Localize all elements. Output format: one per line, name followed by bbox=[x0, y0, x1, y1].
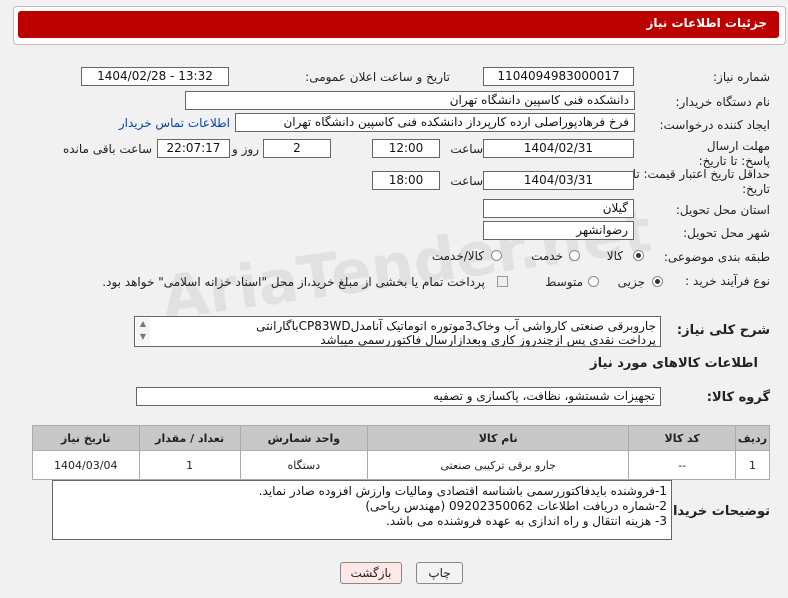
category-both-label: کالا/خدمت bbox=[431, 249, 484, 263]
buyer-notes-line-1: 1-فروشنده بایدفاکتوررسمی باشناسه اقتصادی… bbox=[258, 484, 667, 498]
treasury-payment-checkbox[interactable] bbox=[497, 276, 508, 287]
treasury-payment-note: پرداخت تمام یا بخشی از مبلغ خرید،از محل … bbox=[102, 275, 485, 289]
remaining-label: ساعت باقی مانده bbox=[62, 142, 152, 156]
cell-name: جارو برقی ترکیبی صنعتی bbox=[366, 450, 630, 480]
validity-label: حداقل تاریخ اعتبار قیمت: تا تاریخ: bbox=[632, 167, 770, 196]
announce-field: 1404/02/28 - 13:32 bbox=[81, 67, 229, 86]
deadline-date-field: 1404/02/31 bbox=[483, 139, 634, 158]
category-radio-service[interactable] bbox=[569, 250, 580, 261]
buyer-notes-line-2: 2-شماره دریافت اطلاعات 09202350062 (مهند… bbox=[365, 499, 667, 513]
category-label: طبقه بندی موضوعی: bbox=[663, 250, 770, 264]
goods-section-title: اطلاعات کالاهای مورد نیاز bbox=[590, 356, 758, 371]
col-name: نام کالا bbox=[366, 425, 630, 451]
city-field: رضوانشهر bbox=[483, 221, 634, 240]
goods-table-header: ردیف کد کالا نام کالا واحد شمارش تعداد /… bbox=[32, 425, 771, 451]
scroll-down-icon[interactable]: ▼ bbox=[136, 333, 150, 341]
category-radio-both[interactable] bbox=[491, 250, 502, 261]
remaining-time-field: 22:07:17 bbox=[157, 139, 230, 158]
description-line-2: پرداخت نقدی پس ازچندروز کاری وبعدازارسال… bbox=[320, 333, 656, 347]
goods-group-label: گروه کالا: bbox=[706, 390, 770, 405]
buyer-notes-line-3: 3- هزینه انتقال و راه اندازی به عهده فرو… bbox=[386, 514, 667, 528]
cell-unit: دستگاه bbox=[239, 450, 368, 480]
col-unit: واحد شمارش bbox=[239, 425, 368, 451]
process-label: نوع فرآیند خرید : bbox=[685, 274, 770, 288]
deadline-time-label: ساعت bbox=[450, 142, 483, 156]
back-button[interactable]: بازگشت bbox=[340, 562, 402, 584]
header-bar: جزئیات اطلاعات نیاز bbox=[18, 11, 779, 38]
process-minor-label: جزیی bbox=[617, 275, 645, 289]
deadline-time-field: 12:00 bbox=[372, 139, 440, 158]
col-row: ردیف bbox=[734, 425, 771, 451]
buyer-notes-textarea[interactable]: 1-فروشنده بایدفاکتوررسمی باشناسه اقتصادی… bbox=[52, 480, 672, 540]
announce-label: تاریخ و ساعت اعلان عمومی: bbox=[305, 70, 450, 84]
col-qty: تعداد / مقدار bbox=[138, 425, 241, 451]
cell-date: 1404/03/04 bbox=[32, 450, 140, 480]
days-field: 2 bbox=[263, 139, 331, 158]
deadline-label: مهلت ارسال پاسخ: تا تاریخ: bbox=[698, 139, 770, 168]
days-label: روز و bbox=[232, 142, 259, 156]
table-row[interactable]: 1 -- جارو برقی ترکیبی صنعتی دستگاه 1 140… bbox=[32, 450, 771, 480]
col-date: تاریخ نیاز bbox=[32, 425, 140, 451]
cell-row: 1 bbox=[734, 450, 771, 480]
process-radio-minor[interactable] bbox=[652, 276, 663, 287]
print-button[interactable]: چاپ bbox=[416, 562, 463, 584]
description-label: شرح کلی نیاز: bbox=[676, 323, 770, 338]
contact-info-link[interactable]: اطلاعات تماس خریدار bbox=[119, 116, 230, 130]
category-service-label: خدمت bbox=[531, 249, 563, 263]
validity-time-label: ساعت bbox=[450, 174, 483, 188]
description-line-1: جاروبرقی صنعتی کارواشی آب وخاک3موتوره ات… bbox=[256, 319, 656, 333]
need-number-field: 1104094983000017 bbox=[483, 67, 634, 86]
process-medium-label: متوسط bbox=[545, 275, 583, 289]
province-label: استان محل تحویل: bbox=[675, 203, 770, 217]
requester-field: فرخ فرهادپوراصلی ارده کارپرداز دانشکده ف… bbox=[235, 113, 635, 132]
validity-time-field: 18:00 bbox=[372, 171, 440, 190]
goods-table: ردیف کد کالا نام کالا واحد شمارش تعداد /… bbox=[32, 425, 771, 480]
buyer-org-field: دانشکده فنی کاسپین دانشگاه تهران bbox=[185, 91, 635, 110]
page-title: جزئیات اطلاعات نیاز bbox=[646, 16, 767, 30]
validity-date-field: 1404/03/31 bbox=[483, 171, 634, 190]
province-field: گیلان bbox=[483, 199, 634, 218]
cell-code: -- bbox=[628, 450, 736, 480]
scroll-up-icon[interactable]: ▲ bbox=[136, 320, 150, 328]
cell-qty: 1 bbox=[138, 450, 241, 480]
city-label: شهر محل تحویل: bbox=[683, 226, 770, 240]
description-scrollbar[interactable]: ▲ ▼ bbox=[136, 318, 150, 345]
category-goods-label: کالا bbox=[606, 249, 623, 263]
process-radio-medium[interactable] bbox=[588, 276, 599, 287]
col-code: کد کالا bbox=[628, 425, 736, 451]
goods-group-field: تجهیزات شستشو، نظافت، پاکسازی و تصفیه bbox=[136, 387, 661, 406]
description-textarea[interactable]: جاروبرقی صنعتی کارواشی آب وخاک3موتوره ات… bbox=[134, 316, 661, 347]
requester-label: ایجاد کننده درخواست: bbox=[659, 118, 770, 132]
buyer-notes-label: توضیحات خریدار: bbox=[660, 504, 770, 519]
category-radio-goods[interactable] bbox=[633, 250, 644, 261]
buyer-org-label: نام دستگاه خریدار: bbox=[675, 95, 771, 109]
need-number-label: شماره نیاز: bbox=[713, 70, 770, 84]
